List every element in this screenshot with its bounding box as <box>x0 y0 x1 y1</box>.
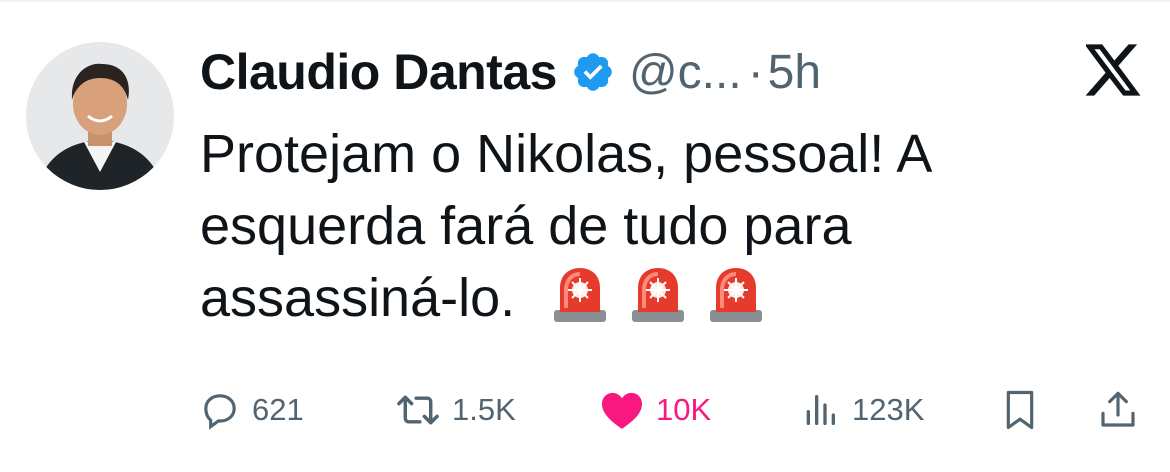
tweet-header: Claudio Dantas @c... · 5h <box>200 40 821 104</box>
like-count: 10K <box>656 392 712 427</box>
reply-count: 621 <box>252 392 304 427</box>
views-chart-icon <box>806 395 835 425</box>
reply-icon <box>204 394 236 430</box>
bookmark-button[interactable] <box>1000 380 1040 440</box>
views-count: 123K <box>852 392 925 427</box>
police-car-light-emoji-icon <box>630 264 686 324</box>
top-divider <box>0 0 1170 2</box>
police-car-light-emoji-icon <box>708 264 764 324</box>
heart-filled-icon <box>602 392 642 429</box>
avatar[interactable] <box>26 42 174 190</box>
like-button[interactable]: 10K <box>600 380 711 440</box>
repost-button[interactable]: 1.5K <box>396 380 516 440</box>
share-icon <box>1101 391 1135 427</box>
police-car-light-emoji-icon <box>552 264 608 324</box>
emoji-group <box>552 264 764 324</box>
tweet-actions: 621 1.5K 10K 123K <box>200 380 1150 440</box>
share-button[interactable] <box>1098 380 1138 440</box>
reply-button[interactable]: 621 <box>200 380 304 440</box>
avatar-photo <box>26 42 174 190</box>
repost-icon <box>397 395 439 425</box>
author-display-name[interactable]: Claudio Dantas <box>200 43 557 101</box>
bookmark-icon <box>1006 390 1034 430</box>
separator-dot: · <box>747 45 764 99</box>
tweet-timestamp[interactable]: 5h <box>768 45 821 100</box>
author-handle[interactable]: @c... <box>629 45 742 100</box>
verified-badge-icon <box>571 50 615 94</box>
repost-count: 1.5K <box>452 392 516 427</box>
tweet-body: Protejam o Nikolas, pessoal! A esquerda … <box>200 118 1100 334</box>
views-button[interactable]: 123K <box>800 380 924 440</box>
x-logo-icon <box>1084 44 1142 96</box>
